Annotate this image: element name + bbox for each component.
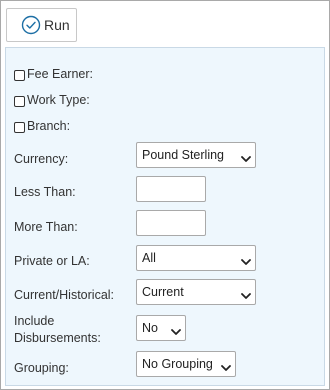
more-than-label: More Than: <box>14 220 78 234</box>
branch-filter: Branch: <box>14 119 70 133</box>
less-than-label: Less Than: <box>14 185 76 199</box>
private-or-la-select[interactable]: All <box>136 245 256 271</box>
currency-select[interactable]: Pound Sterling <box>136 142 256 168</box>
grouping-label: Grouping: <box>14 361 69 375</box>
current-historical-value: Current <box>142 285 184 299</box>
private-or-la-label: Private or LA: <box>14 254 90 268</box>
parameters-panel: Fee Earner: Work Type: Branch: Currency:… <box>5 47 325 386</box>
run-button[interactable]: Run <box>6 8 77 42</box>
chevron-down-icon <box>241 255 251 265</box>
work-type-filter: Work Type: <box>14 93 90 107</box>
run-label: Run <box>44 17 70 33</box>
chevron-down-icon <box>171 325 181 335</box>
fee-earner-label: Fee Earner: <box>27 67 94 81</box>
currency-value: Pound Sterling <box>142 148 225 162</box>
chevron-down-icon <box>241 289 251 299</box>
branch-checkbox[interactable] <box>14 122 25 133</box>
check-circle-icon <box>21 15 41 35</box>
chevron-down-icon <box>241 152 251 162</box>
more-than-input[interactable] <box>136 210 206 236</box>
currency-label: Currency: <box>14 152 69 166</box>
include-disbursements-select[interactable]: No <box>136 315 186 341</box>
include-disbursements-label-line2: Disbursements: <box>14 331 101 345</box>
current-historical-select[interactable]: Current <box>136 279 256 305</box>
work-type-label: Work Type: <box>27 93 90 107</box>
fee-earner-filter: Fee Earner: <box>14 67 93 81</box>
fee-earner-checkbox[interactable] <box>14 70 25 81</box>
grouping-select[interactable]: No Grouping <box>136 351 236 377</box>
report-window: Run Fee Earner: Work Type: Branch: Curre… <box>0 0 330 390</box>
include-disbursements-label-line1: Include <box>14 314 55 328</box>
chevron-down-icon <box>221 361 231 371</box>
current-historical-label: Current/Historical: <box>14 288 115 302</box>
branch-label: Branch: <box>27 119 71 133</box>
work-type-checkbox[interactable] <box>14 96 25 107</box>
private-or-la-value: All <box>142 251 156 265</box>
less-than-input[interactable] <box>136 176 206 202</box>
include-disbursements-value: No <box>142 321 158 335</box>
grouping-value: No Grouping <box>142 357 213 371</box>
